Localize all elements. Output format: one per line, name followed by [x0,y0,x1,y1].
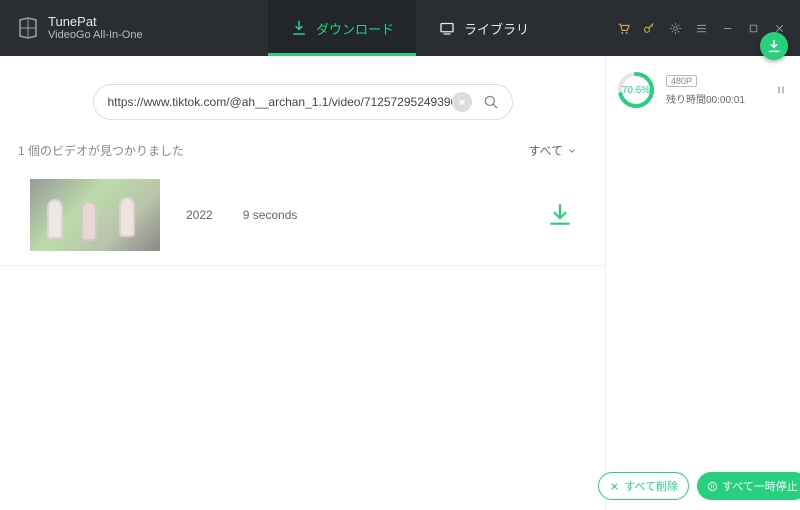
search-icon [482,93,500,111]
tab-library[interactable]: ライブラリ [416,0,551,56]
library-icon [438,19,456,37]
chevron-down-icon [567,146,577,156]
download-task: 70.6% 480P 残り時間00:00:01 [606,56,800,124]
main-panel: 1 個のビデオが見つかりました すべて 2022 9 seconds [0,56,606,510]
video-thumbnail [30,179,160,251]
pause-circle-icon [707,481,718,492]
remaining-time: 残り時間00:00:01 [666,91,762,106]
video-duration: 9 seconds [243,208,298,222]
close-icon [457,97,467,107]
key-icon[interactable] [640,19,658,37]
tab-library-label: ライブラリ [464,19,529,38]
download-arrow-icon [766,38,782,54]
search-box [93,84,513,120]
quality-badge: 480P [666,75,697,87]
video-year: 2022 [186,208,213,222]
tab-download[interactable]: ダウンロード [268,0,416,56]
download-icon [290,19,308,37]
menu-icon[interactable] [692,19,710,37]
clear-input-button[interactable] [452,92,472,112]
result-row: 2022 9 seconds [0,165,605,266]
minimize-button[interactable] [718,19,736,37]
nav-tabs: ダウンロード ライブラリ [268,0,551,56]
cart-icon[interactable] [614,19,632,37]
app-logo: TunePat VideoGo All-In-One [0,0,268,56]
close-icon [609,481,620,492]
results-count: 1 個のビデオが見つかりました [18,142,184,159]
brand-subtitle: VideoGo All-In-One [48,29,143,41]
delete-all-label: すべて削除 [624,478,678,494]
pause-icon [775,84,787,96]
brand-name: TunePat [48,15,143,29]
delete-all-button[interactable]: すべて削除 [598,472,689,500]
logo-icon [16,16,40,40]
download-item-button[interactable] [543,198,577,232]
downloads-fab[interactable] [760,32,788,60]
progress-percent: 70.6% [616,70,656,110]
filter-dropdown[interactable]: すべて [528,142,577,159]
download-icon [547,202,573,228]
tab-download-label: ダウンロード [316,19,394,38]
search-button[interactable] [476,87,506,117]
pause-all-label: すべて一時停止 [722,478,798,494]
progress-ring: 70.6% [616,70,656,110]
settings-icon[interactable] [666,19,684,37]
pause-all-button[interactable]: すべて一時停止 [697,472,800,500]
title-bar: TunePat VideoGo All-In-One ダウンロード ライブラリ [0,0,800,56]
filter-label: すべて [528,142,563,159]
pause-task-button[interactable] [772,81,790,99]
side-panel: 70.6% 480P 残り時間00:00:01 すべて削除 すべて一時停止 [606,56,800,510]
url-input[interactable] [108,95,452,109]
maximize-button[interactable] [744,19,762,37]
